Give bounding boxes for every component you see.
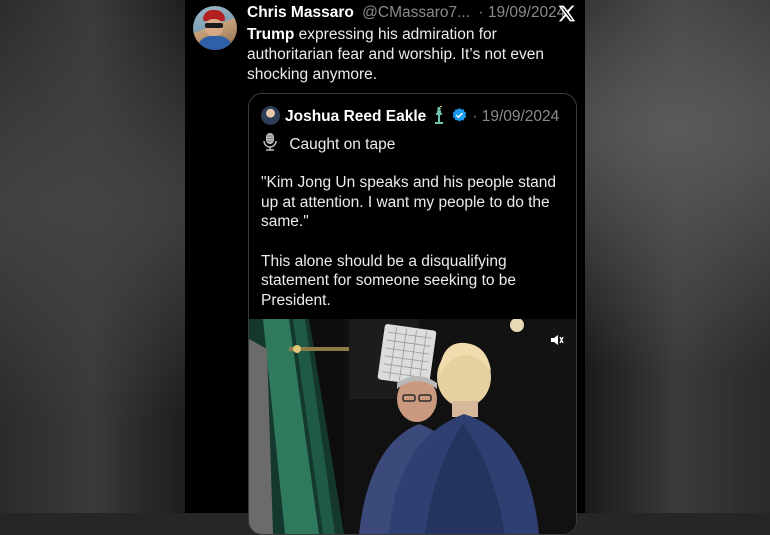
video-frame — [249, 319, 576, 534]
author-handle[interactable]: @CMassaro7... — [362, 4, 470, 21]
quote-paragraph-1: "Kim Jong Un speaks and his people stand… — [261, 174, 557, 230]
tweet-text: Trump expressing his admiration for auth… — [247, 25, 577, 85]
quote-author-avatar[interactable] — [261, 106, 280, 125]
tweet-header: Chris Massaro @CMassaro7... · 19/09/2024 — [247, 4, 565, 22]
volume-button[interactable] — [544, 327, 570, 353]
quote-date[interactable]: · 19/09/2024 — [472, 108, 559, 125]
quote-body: "Kim Jong Un speaks and his people stand… — [261, 173, 566, 330]
tweet-date[interactable]: · 19/09/2024 — [478, 4, 565, 21]
author-avatar[interactable] — [193, 6, 237, 50]
volume-icon — [551, 335, 564, 345]
quote-paragraph-2: This alone should be a disqualifying sta… — [261, 252, 517, 309]
quote-author-name[interactable]: Joshua Reed Eakle — [285, 108, 426, 125]
quote-header: Joshua Reed Eakle · 19/09/2024 — [285, 106, 559, 126]
microphone-icon — [263, 133, 277, 151]
author-name[interactable]: Chris Massaro — [247, 4, 354, 21]
quote-first-line: Caught on tape — [261, 132, 395, 154]
verified-badge-icon — [452, 108, 467, 122]
tweet-text-bold: Trump — [247, 26, 295, 43]
video-media[interactable] — [249, 319, 576, 534]
quote-tweet-card[interactable]: Joshua Reed Eakle · 19/09/2024 Caught on… — [248, 93, 577, 535]
quote-line1-text: Caught on tape — [289, 136, 396, 153]
statue-of-liberty-icon — [434, 106, 443, 124]
x-logo-icon — [558, 5, 576, 22]
